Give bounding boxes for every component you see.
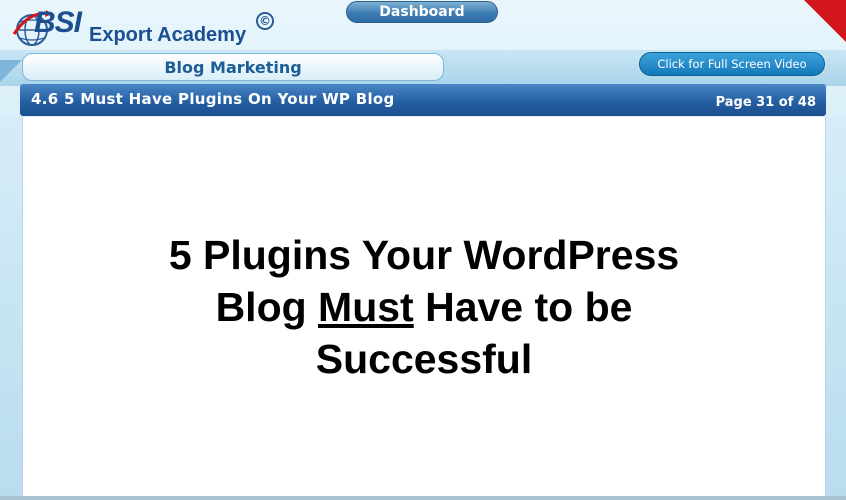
slide-heading-line2: Blog Must Have to be (23, 281, 825, 333)
corner-flag-icon (804, 0, 846, 42)
section-tab: Blog Marketing (22, 53, 444, 81)
page-indicator: Page 31 of 48 (715, 95, 816, 110)
logo-academy-text: Export Academy (89, 24, 247, 46)
logo-brand-text: BSI (34, 6, 82, 39)
slide-heading-line1: 5 Plugins Your WordPress (168, 232, 680, 278)
slide-content: 5 Plugins Your WordPress Blog Must Have … (22, 117, 826, 496)
slide-heading-line2-end: Have to be (413, 284, 633, 330)
slide-heading: 5 Plugins Your WordPress Blog Must Have … (23, 229, 825, 385)
fullscreen-video-button[interactable]: Click for Full Screen Video (639, 52, 825, 76)
bottom-bar (0, 496, 846, 500)
slide-heading-emphasis: Must (318, 284, 414, 330)
lesson-title: 4.6 5 Must Have Plugins On Your WP Blog (31, 90, 395, 108)
right-border-strip (826, 117, 846, 496)
lesson-title-bar: 4.6 5 Must Have Plugins On Your WP Blog … (20, 84, 826, 116)
left-border-strip (0, 117, 22, 496)
copyright-icon: © (256, 12, 274, 30)
dashboard-button[interactable]: Dashboard (346, 1, 498, 23)
ribbon-notch (0, 60, 22, 82)
slide-heading-line3: Successful (315, 336, 533, 382)
bsi-logo: BSI Export Academy (8, 2, 288, 52)
slide-heading-line2-start: Blog (215, 284, 319, 330)
